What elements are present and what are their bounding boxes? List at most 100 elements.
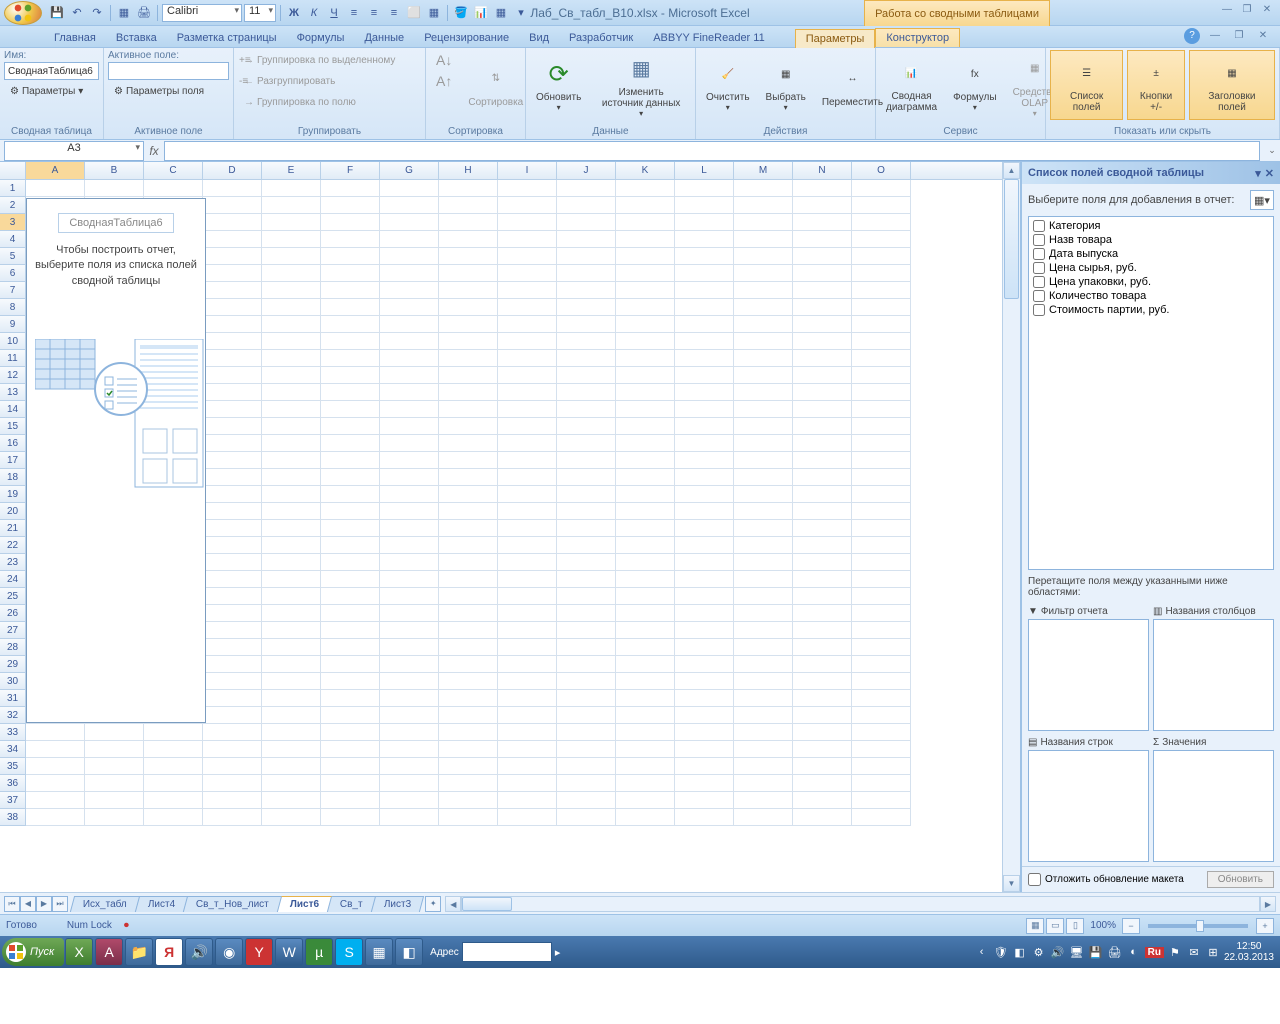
row-header[interactable]: 14 — [0, 401, 26, 418]
cell[interactable] — [675, 605, 734, 622]
cell[interactable] — [262, 350, 321, 367]
cell[interactable] — [852, 384, 911, 401]
cell[interactable] — [793, 214, 852, 231]
row-header[interactable]: 28 — [0, 639, 26, 656]
tab-page-layout[interactable]: Разметка страницы — [167, 29, 287, 47]
cell[interactable] — [852, 809, 911, 826]
cell[interactable] — [203, 520, 262, 537]
cell[interactable] — [380, 792, 439, 809]
cell[interactable] — [498, 418, 557, 435]
cell[interactable] — [852, 333, 911, 350]
tab-home[interactable]: Главная — [44, 29, 106, 47]
cell[interactable] — [380, 384, 439, 401]
cell[interactable] — [793, 503, 852, 520]
cell[interactable] — [852, 758, 911, 775]
cell[interactable] — [616, 724, 675, 741]
cell[interactable] — [616, 486, 675, 503]
cell[interactable] — [852, 673, 911, 690]
cell[interactable] — [734, 384, 793, 401]
row-header[interactable]: 9 — [0, 316, 26, 333]
cell[interactable] — [793, 384, 852, 401]
cell[interactable] — [616, 792, 675, 809]
cell[interactable] — [203, 758, 262, 775]
cell[interactable] — [675, 452, 734, 469]
cell[interactable] — [557, 469, 616, 486]
cell[interactable] — [321, 367, 380, 384]
vertical-scrollbar[interactable]: ▲ ▼ — [1002, 162, 1020, 892]
cell[interactable] — [852, 792, 911, 809]
cell[interactable] — [380, 605, 439, 622]
cell[interactable] — [675, 282, 734, 299]
cell[interactable] — [321, 503, 380, 520]
tab-nav-last-icon[interactable]: ⏭ — [52, 896, 68, 912]
redo-icon[interactable]: ↷ — [88, 4, 106, 22]
cell[interactable] — [793, 571, 852, 588]
tray-icon-1[interactable]: 🛡 — [993, 944, 1009, 960]
cell[interactable] — [321, 622, 380, 639]
cell[interactable] — [734, 452, 793, 469]
cell[interactable] — [675, 724, 734, 741]
cell[interactable] — [852, 639, 911, 656]
cell[interactable] — [262, 554, 321, 571]
cell[interactable] — [321, 316, 380, 333]
tray-language-indicator[interactable]: Ru — [1145, 947, 1164, 958]
cell[interactable] — [852, 401, 911, 418]
cell[interactable] — [852, 605, 911, 622]
tab-options[interactable]: Параметры — [795, 29, 876, 48]
cell[interactable] — [144, 809, 203, 826]
cell[interactable] — [852, 452, 911, 469]
sheet-tab[interactable]: Лист3 — [371, 896, 425, 912]
cell[interactable] — [498, 656, 557, 673]
column-header[interactable]: D — [203, 162, 262, 179]
cell[interactable] — [793, 197, 852, 214]
office-button[interactable] — [4, 1, 42, 25]
cell[interactable] — [675, 333, 734, 350]
ungroup-button[interactable]: ← Разгруппировать — [238, 71, 401, 91]
cell[interactable] — [262, 656, 321, 673]
column-header[interactable]: A — [26, 162, 85, 179]
tray-icon-9[interactable]: ⚑ — [1167, 944, 1183, 960]
field-item[interactable]: Цена упаковки, руб. — [1031, 275, 1271, 289]
cell[interactable] — [380, 588, 439, 605]
field-headers-button[interactable]: ▦Заголовки полей — [1189, 50, 1275, 120]
cell[interactable] — [675, 180, 734, 197]
cell[interactable] — [557, 418, 616, 435]
cell[interactable] — [439, 792, 498, 809]
cell[interactable] — [85, 180, 144, 197]
cell[interactable] — [203, 724, 262, 741]
cell[interactable] — [557, 248, 616, 265]
cell[interactable] — [675, 741, 734, 758]
cell[interactable] — [557, 537, 616, 554]
cell[interactable] — [321, 673, 380, 690]
column-header[interactable]: L — [675, 162, 734, 179]
cell[interactable] — [557, 282, 616, 299]
cell[interactable] — [498, 452, 557, 469]
cell[interactable] — [852, 299, 911, 316]
cell[interactable] — [675, 775, 734, 792]
cell[interactable] — [321, 469, 380, 486]
cell[interactable] — [203, 741, 262, 758]
cell[interactable] — [557, 350, 616, 367]
cell[interactable] — [675, 214, 734, 231]
cell[interactable] — [262, 367, 321, 384]
cell[interactable] — [852, 282, 911, 299]
cell[interactable] — [557, 758, 616, 775]
cell[interactable] — [203, 690, 262, 707]
cell[interactable] — [498, 571, 557, 588]
column-header[interactable]: K — [616, 162, 675, 179]
formulas-button[interactable]: fxФормулы▾ — [947, 50, 1003, 120]
cell[interactable] — [793, 707, 852, 724]
row-header[interactable]: 26 — [0, 605, 26, 622]
taskbar-address-go-icon[interactable]: ▸ — [555, 946, 561, 959]
row-header[interactable]: 20 — [0, 503, 26, 520]
cell[interactable] — [321, 384, 380, 401]
cell[interactable] — [380, 469, 439, 486]
cell[interactable] — [734, 622, 793, 639]
cell[interactable] — [793, 639, 852, 656]
scroll-thumb[interactable] — [1004, 179, 1019, 299]
cell[interactable] — [321, 180, 380, 197]
cell[interactable] — [616, 673, 675, 690]
cell[interactable] — [498, 724, 557, 741]
cell[interactable] — [852, 554, 911, 571]
cell[interactable] — [852, 486, 911, 503]
